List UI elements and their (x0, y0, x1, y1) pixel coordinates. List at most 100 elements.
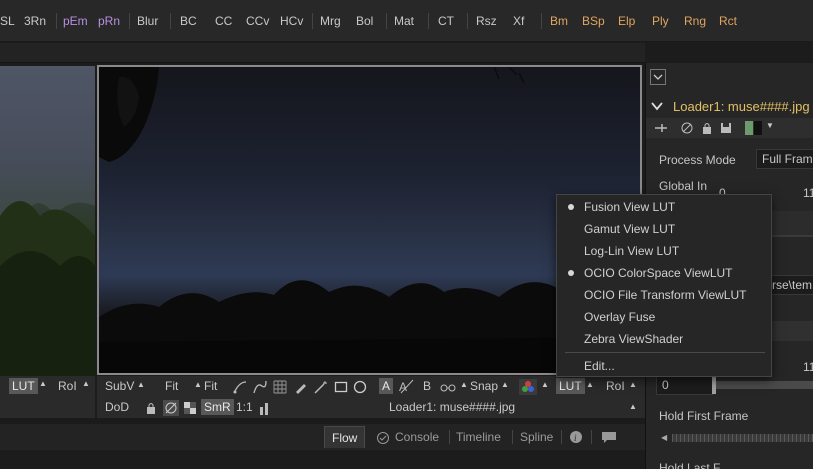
ellipse-tool-icon[interactable] (353, 380, 367, 394)
menu-item-log-lin-view-lut[interactable]: Log-Lin View LUT (584, 244, 679, 258)
collapse-all-icon[interactable] (650, 69, 666, 85)
no-stretch-icon[interactable] (163, 400, 179, 416)
hold-last-frame-label: Hold Last F (659, 461, 721, 469)
grid-tool-icon[interactable] (273, 380, 287, 394)
trim-start-field[interactable]: 0 (656, 375, 714, 395)
tool-rng-button[interactable]: Rng (684, 14, 706, 28)
ratio-button[interactable]: 1:1 (236, 400, 253, 414)
lut-dropdown-menu: Fusion View LUT Gamut View LUT Log-Lin V… (556, 194, 772, 377)
viewer-filename: Loader1: muse####.jpg (389, 400, 516, 414)
right-lut-button[interactable]: LUT (556, 378, 585, 394)
comments-icon[interactable] (601, 430, 617, 444)
menu-item-ocio-colorspace-viewlut[interactable]: OCIO ColorSpace ViewLUT (584, 266, 733, 280)
left-viewer[interactable] (0, 66, 95, 376)
snap-arrow-icon[interactable]: ▲ (460, 380, 468, 389)
trim-end-value[interactable]: 11 (803, 360, 813, 374)
filename-path-field[interactable]: rse\tem (766, 275, 813, 295)
hold-first-frame-slider[interactable] (672, 434, 813, 442)
cache-disk-icon[interactable] (719, 121, 733, 135)
toolbar-separator (428, 13, 429, 29)
tool-bsp-button[interactable]: BSp (582, 14, 605, 28)
expand-tool-icon[interactable] (650, 99, 664, 113)
tool-3rn-button[interactable]: 3Rn (24, 14, 46, 28)
snap-dropdown-icon[interactable]: ▲ (501, 380, 509, 389)
ab-split-icon[interactable]: A (399, 379, 414, 394)
tool-rct-button[interactable]: Rct (719, 14, 737, 28)
tool-ct-button[interactable]: CT (438, 14, 454, 28)
right-roi-arrow-icon[interactable]: ▲ (629, 380, 637, 389)
subview-button[interactable]: SubV (105, 379, 134, 393)
process-mode-dropdown[interactable]: Full Fram (756, 149, 813, 169)
tool-bol-button[interactable]: Bol (356, 14, 373, 28)
a-buffer-button[interactable]: A (379, 378, 394, 394)
tool-blur-button[interactable]: Blur (137, 14, 158, 28)
b-buffer-button[interactable]: B (423, 379, 431, 393)
rectangle-tool-icon[interactable] (334, 380, 348, 394)
tab-separator (561, 430, 562, 444)
tool-title[interactable]: Loader1: muse####.jpg (673, 99, 810, 114)
lock-icon[interactable] (144, 401, 158, 415)
level-meter-icon[interactable] (258, 401, 272, 415)
tool-bc-button[interactable]: BC (180, 14, 197, 28)
global-in-label: Global In (659, 179, 708, 193)
tool-bm-button[interactable]: Bm (550, 14, 568, 28)
menu-item-overlay-fuse[interactable]: Overlay Fuse (584, 310, 655, 324)
menu-item-edit[interactable]: Edit... (584, 359, 615, 373)
info-icon[interactable]: i (569, 430, 583, 444)
tool-rsz-button[interactable]: Rsz (476, 14, 497, 28)
tab-console[interactable]: Console (388, 426, 446, 448)
tab-spline[interactable]: Spline (513, 426, 560, 448)
eyedropper-icon[interactable] (294, 380, 308, 394)
global-in-end-value[interactable]: 11 (803, 186, 813, 200)
tool-hcv-button[interactable]: HCv (280, 14, 303, 28)
color-channels-icon[interactable] (519, 379, 537, 395)
hold-first-frame-left-arrow-icon[interactable]: ◀ (661, 433, 667, 442)
tool-elp-button[interactable]: Elp (618, 14, 635, 28)
menu-item-gamut-view-lut[interactable]: Gamut View LUT (584, 222, 675, 236)
subview-arrow-icon[interactable]: ▲ (137, 380, 145, 389)
right-roi-button[interactable]: RoI (606, 379, 625, 393)
fit-arrow-icon[interactable]: ▲ (194, 380, 202, 389)
menu-item-ocio-file-transform-viewlut[interactable]: OCIO File Transform ViewLUT (584, 288, 746, 302)
tool-mat-button[interactable]: Mat (394, 14, 414, 28)
tool-xf-button[interactable]: Xf (513, 14, 524, 28)
fit-button[interactable]: Fit (165, 379, 178, 393)
trim-slider-track[interactable] (716, 381, 813, 389)
channels-arrow-icon[interactable]: ▲ (541, 380, 549, 389)
dod-button[interactable]: DoD (105, 400, 129, 414)
stereo-glasses-icon[interactable] (440, 380, 456, 394)
tool-cc-button[interactable]: CC (215, 14, 232, 28)
spline-tool-icon[interactable] (233, 380, 247, 394)
left-lut-button[interactable]: LUT (9, 378, 38, 394)
left-roi-arrow-icon[interactable]: ▲ (82, 379, 90, 388)
smooth-resize-button[interactable]: SmR (201, 399, 234, 415)
process-mode-label: Process Mode (659, 153, 736, 167)
magic-wand-icon[interactable] (314, 380, 328, 394)
tile-color-swatch[interactable] (745, 121, 753, 135)
bspline-tool-icon[interactable] (253, 380, 267, 394)
text-color-swatch[interactable] (754, 121, 762, 135)
snap-button[interactable]: Snap (470, 379, 498, 393)
viewer-options-arrow-icon[interactable]: ▲ (629, 402, 637, 411)
color-dropdown-icon[interactable]: ▼ (766, 121, 774, 130)
checker-icon[interactable] (183, 401, 197, 415)
fit-button-2[interactable]: Fit (204, 379, 217, 393)
tool-ply-button[interactable]: Ply (652, 14, 669, 28)
menu-item-zebra-viewshader[interactable]: Zebra ViewShader (584, 332, 683, 346)
tab-flow[interactable]: Flow (324, 426, 366, 448)
tool-ccv-button[interactable]: CCv (246, 14, 269, 28)
tool-pem-button[interactable]: pEm (63, 14, 88, 28)
lock-tool-icon[interactable] (700, 121, 714, 135)
tool-prn-button[interactable]: pRn (98, 14, 120, 28)
tab-timeline[interactable]: Timeline (449, 426, 508, 448)
pin-icon[interactable] (654, 121, 668, 135)
toolbar-separator (129, 13, 130, 29)
bypass-icon[interactable] (680, 121, 694, 135)
left-lut-arrow-icon[interactable]: ▲ (39, 379, 47, 388)
hold-first-frame-label: Hold First Frame (659, 409, 749, 423)
tool-sl-button[interactable]: SL (0, 14, 15, 28)
tool-mrg-button[interactable]: Mrg (320, 14, 341, 28)
right-lut-arrow-icon[interactable]: ▲ (586, 380, 594, 389)
menu-item-fusion-view-lut[interactable]: Fusion View LUT (584, 200, 675, 214)
left-roi-button[interactable]: RoI (58, 379, 77, 393)
